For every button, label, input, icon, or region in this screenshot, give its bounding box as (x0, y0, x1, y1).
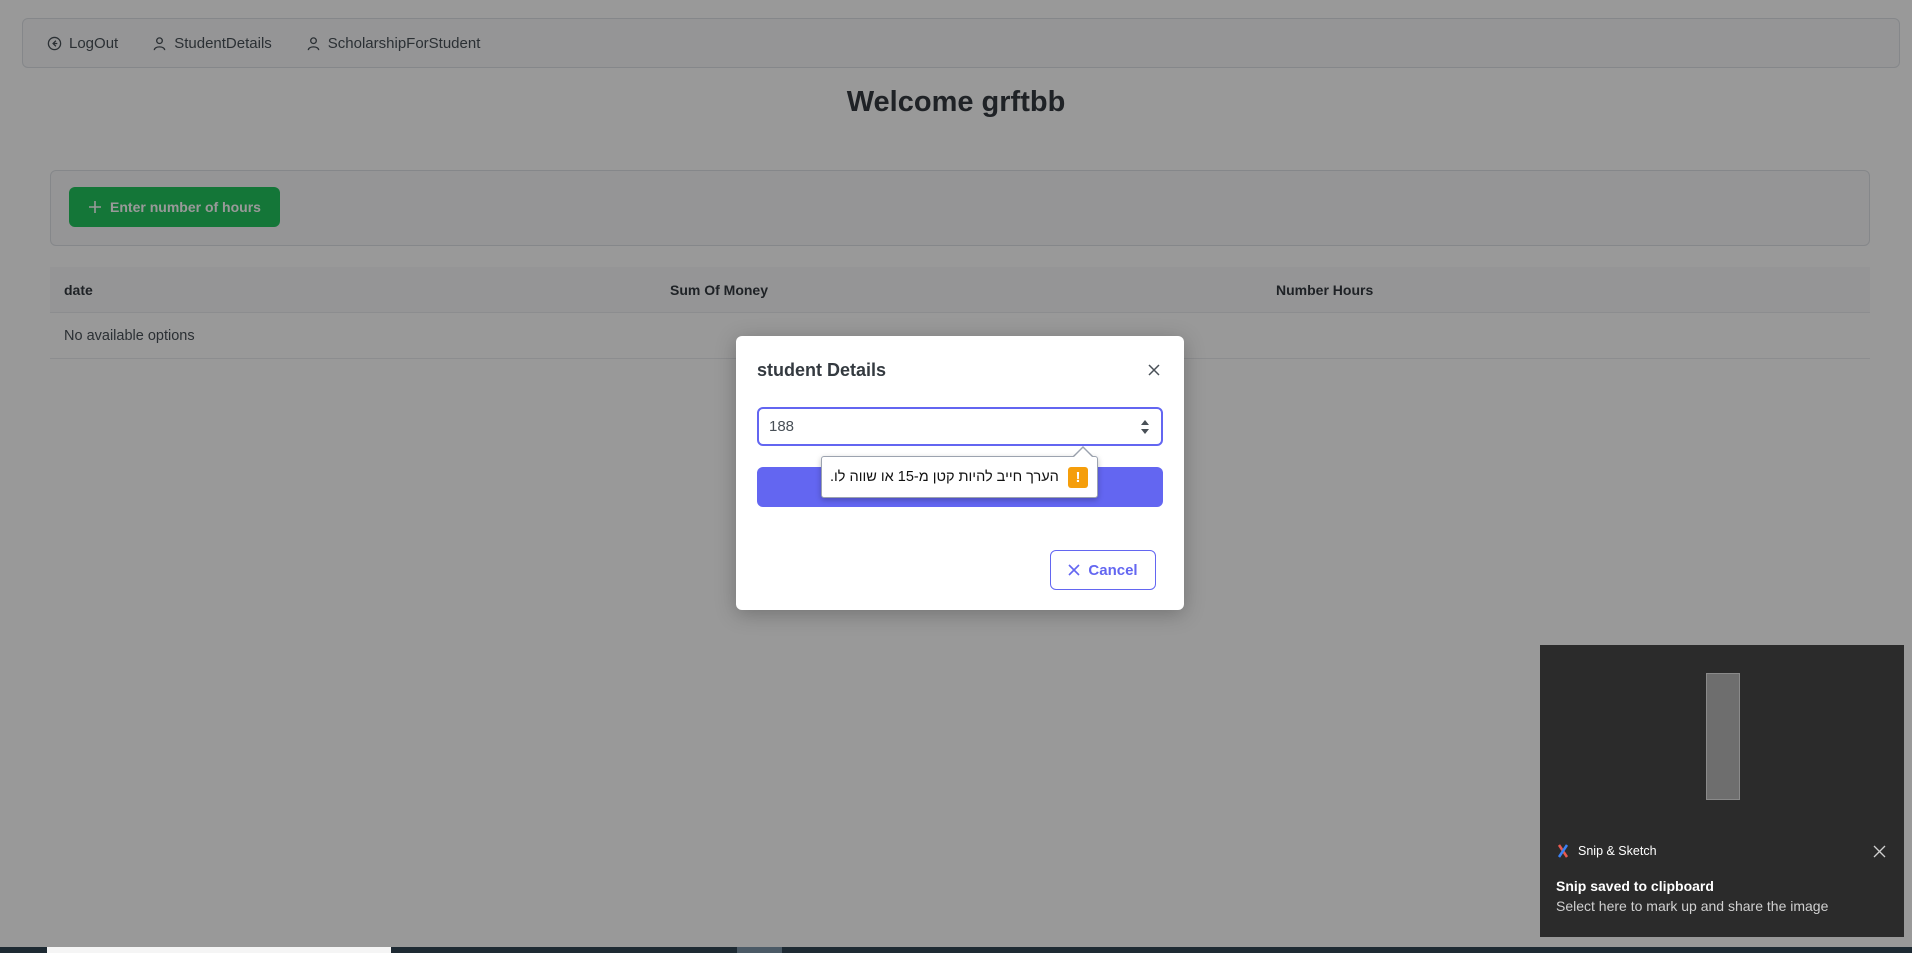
taskbar-active-item[interactable] (47, 947, 391, 953)
snip-thumbnail[interactable] (1706, 673, 1740, 800)
cancel-button[interactable]: Cancel (1050, 550, 1156, 590)
close-icon[interactable] (1146, 362, 1162, 378)
cancel-label: Cancel (1088, 561, 1138, 579)
toast-app-name: Snip & Sketch (1578, 844, 1657, 858)
close-icon[interactable] (1873, 845, 1886, 858)
warning-icon: ! (1067, 466, 1088, 488)
toast-app-row: Snip & Sketch (1556, 844, 1657, 858)
taskbar-item[interactable] (737, 947, 782, 953)
validation-tooltip: הערך חייב להיות קטן מ-15 או שווה לו. ! (821, 456, 1098, 498)
snip-notification[interactable]: Snip & Sketch Snip saved to clipboard Se… (1540, 645, 1904, 937)
toast-subtitle: Select here to mark up and share the ima… (1556, 898, 1829, 914)
snip-sketch-icon (1557, 844, 1569, 858)
hours-input[interactable] (757, 407, 1163, 446)
validation-message: הערך חייב להיות קטן מ-15 או שווה לו. (830, 469, 1059, 485)
dialog-title: student Details (757, 360, 887, 380)
close-icon (1068, 564, 1080, 576)
spinner-arrows-icon[interactable] (1139, 418, 1151, 436)
tooltip-arrow-fill (1073, 448, 1093, 458)
toast-title: Snip saved to clipboard (1556, 878, 1714, 894)
